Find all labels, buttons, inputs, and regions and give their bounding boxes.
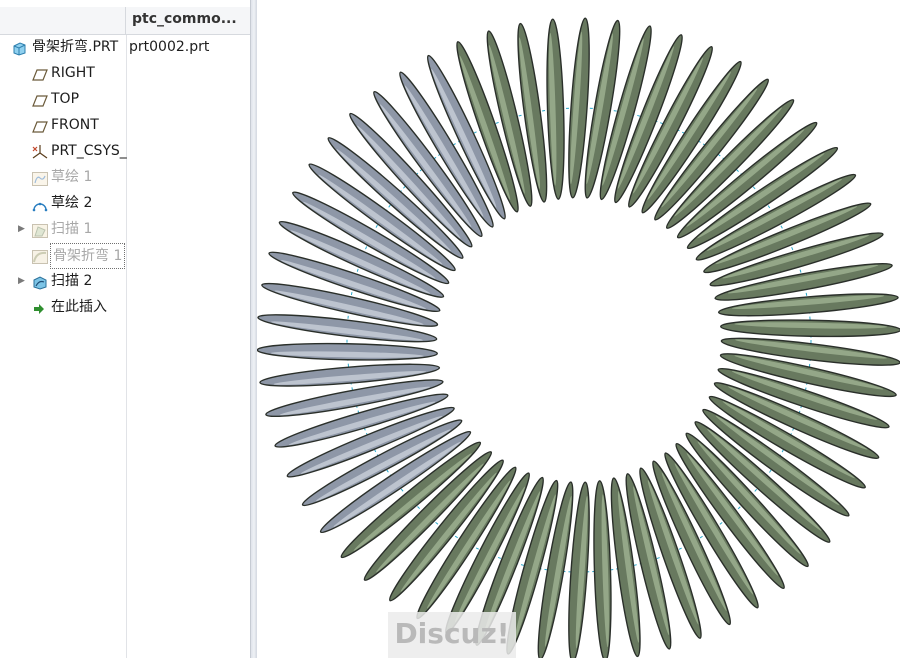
sketch-icon: [32, 196, 48, 212]
expand-arrow-icon[interactable]: ▶: [18, 269, 28, 293]
tree-item-label: 在此插入: [51, 299, 107, 315]
toroidal-spring-model[interactable]: [256, 0, 900, 662]
tree-item-spinal-bend-1[interactable]: 骨架折弯 1: [0, 243, 250, 269]
tree-item-label: FRONT: [51, 117, 99, 133]
tree-item-sweep-1[interactable]: ▶ 扫描 1: [0, 217, 250, 241]
tree-item-sketch-1[interactable]: 草绘 1: [0, 165, 250, 189]
tree-item-label: PRT_CSYS_: [51, 143, 127, 159]
tree-item-label: 草绘 2: [51, 195, 93, 211]
tree-item-front-plane[interactable]: FRONT: [0, 113, 250, 137]
tree-item-csys[interactable]: PRT_CSYS_: [0, 139, 250, 163]
spring-coil: [546, 18, 565, 200]
spring-coil: [256, 342, 438, 361]
model-tree-panel[interactable]: ptc_commo... 骨架折弯.PRT prt0002.prt RIGHT …: [0, 0, 251, 658]
tree-item-label: 扫描 1: [51, 221, 93, 237]
graphics-viewport[interactable]: [256, 0, 900, 662]
insert-here-arrow-icon: [32, 300, 48, 314]
tree-item-right-plane[interactable]: RIGHT: [0, 61, 250, 85]
datum-plane-icon: [32, 118, 48, 133]
tree-item-label: 扫描 2: [51, 273, 93, 289]
tree-column-header[interactable]: [0, 7, 126, 35]
panel-splitter[interactable]: [250, 0, 257, 658]
tree-item-label: 草绘 1: [51, 169, 93, 185]
datum-plane-icon: [32, 92, 48, 107]
discuz-watermark: Discuz!: [388, 612, 516, 658]
sweep-icon: [32, 222, 48, 238]
ptc-common-name-value: prt0002.prt: [129, 39, 210, 55]
sweep-icon: [32, 274, 48, 290]
sketch-icon: [32, 170, 48, 186]
datum-plane-icon: [32, 66, 48, 81]
ptc-common-name-column-header[interactable]: ptc_commo...: [126, 7, 250, 35]
part-icon: [12, 40, 28, 56]
tree-item-label: 骨架折弯 1: [50, 243, 126, 269]
spring-coil: [593, 480, 612, 662]
expand-arrow-icon[interactable]: ▶: [18, 217, 28, 241]
tree-item-label: 骨架折弯.PRT: [32, 39, 119, 55]
csys-icon: [31, 144, 48, 159]
tree-item-sketch-2[interactable]: 草绘 2: [0, 191, 250, 215]
tree-item-top-plane[interactable]: TOP: [0, 87, 250, 111]
tree-item-sweep-2[interactable]: ▶ 扫描 2: [0, 269, 250, 293]
tree-item-insert-here[interactable]: 在此插入: [0, 295, 250, 319]
spring-coil: [720, 319, 900, 338]
tree-item-label: TOP: [51, 91, 80, 107]
tree-item-label: RIGHT: [51, 65, 95, 81]
spinal-bend-icon: [32, 248, 48, 264]
tree-item-part[interactable]: 骨架折弯.PRT prt0002.prt: [0, 35, 250, 59]
